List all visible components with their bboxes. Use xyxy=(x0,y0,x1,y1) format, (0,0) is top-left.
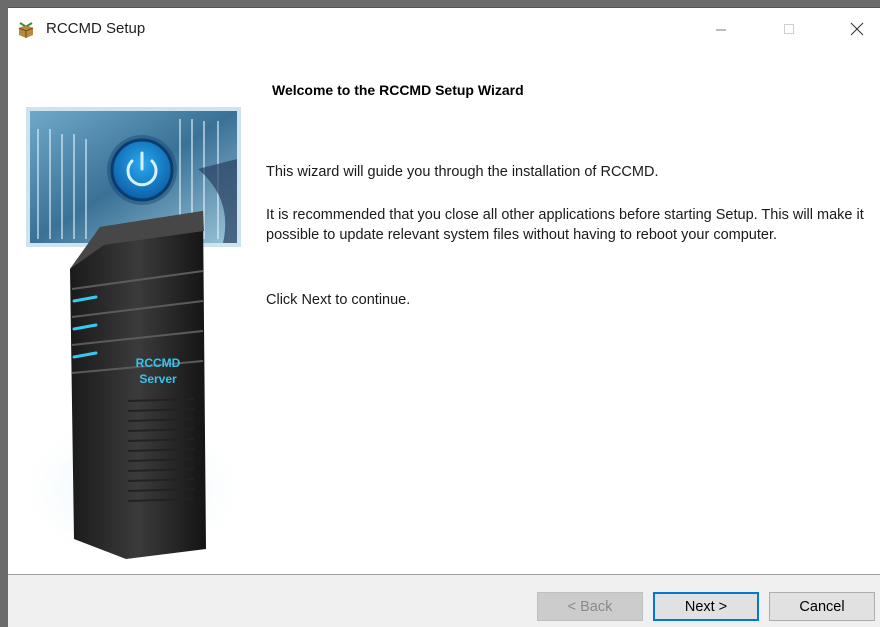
power-icon xyxy=(107,135,177,205)
cancel-button[interactable]: Cancel xyxy=(769,592,875,621)
maximize-button[interactable] xyxy=(766,8,812,49)
next-button[interactable]: Next > xyxy=(653,592,759,621)
minimize-icon xyxy=(716,29,726,30)
button-bar: < Back Next > Cancel xyxy=(8,574,880,627)
server-label-line1: RCCMD xyxy=(136,356,181,370)
server-illustration: RCCMD Server xyxy=(13,107,253,569)
minimize-button[interactable] xyxy=(698,8,744,49)
recommendation-text: It is recommended that you close all oth… xyxy=(266,207,864,243)
intro-text: This wizard will guide you through the i… xyxy=(266,164,659,180)
close-icon xyxy=(850,22,864,35)
continue-instruction: Click Next to continue. xyxy=(266,292,411,308)
title-bar[interactable]: RCCMD Setup xyxy=(8,8,880,49)
close-button[interactable] xyxy=(834,8,880,49)
window-title: RCCMD Setup xyxy=(46,20,146,37)
setup-window: RCCMD Setup RCCMD Server Welcome to the … xyxy=(7,7,880,627)
server-label-line2: Server xyxy=(139,372,177,386)
maximize-icon xyxy=(784,23,794,34)
page-title: Welcome to the RCCMD Setup Wizard xyxy=(272,82,524,98)
setup-box-icon xyxy=(18,22,34,38)
wizard-banner-image: RCCMD Server xyxy=(8,49,256,574)
back-button[interactable]: < Back xyxy=(537,592,643,621)
